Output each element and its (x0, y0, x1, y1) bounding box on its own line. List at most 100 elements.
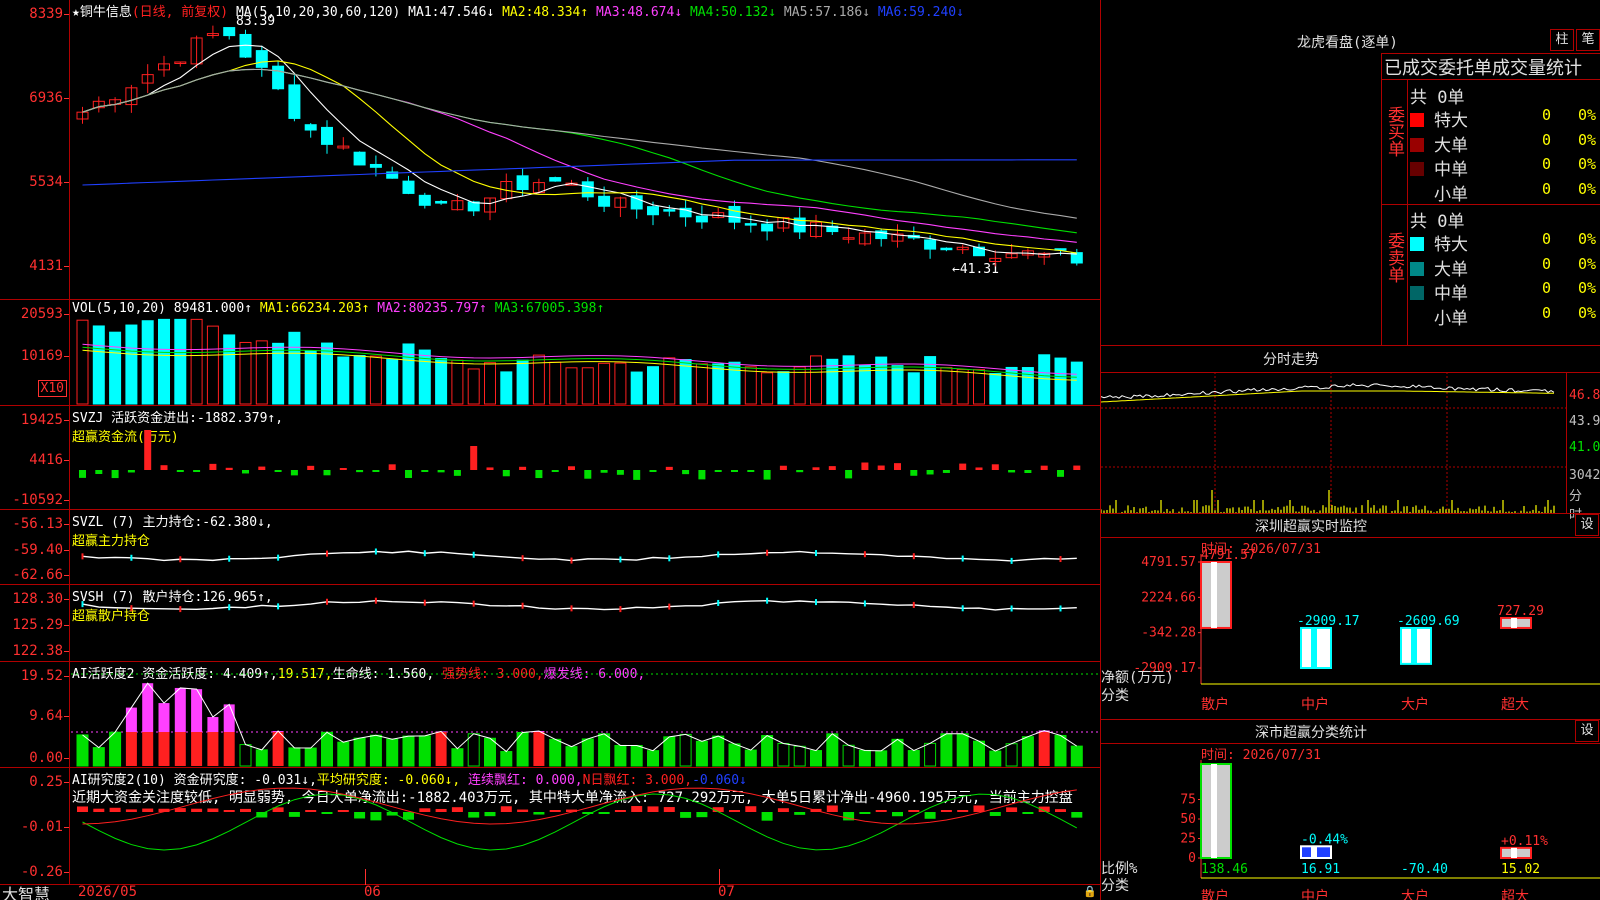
volume-bar-up (761, 372, 774, 405)
research-bar (1055, 809, 1066, 812)
order-count: 0 (1542, 155, 1552, 173)
candlestick-chart[interactable] (71, 0, 1099, 299)
activity-bar (353, 737, 366, 767)
volume-bar-up (549, 361, 562, 405)
activity-bar (239, 744, 252, 767)
intraday-chart[interactable] (1101, 372, 1566, 514)
price-y-tick: 4131 (29, 258, 69, 274)
price-panel[interactable]: 8339 6936 5534 4131 ★铜牛信息(日线, 前复权) MA(5,… (0, 0, 1100, 300)
volume-bar-down (109, 331, 122, 405)
stats-tab-label[interactable]: 已成交委托单成交量统计 (1382, 53, 1600, 80)
order-pct: 0% (1578, 179, 1597, 198)
holding-line (82, 599, 1077, 611)
price-y-axis: 8339 6936 5534 4131 (0, 0, 70, 299)
candle-down (744, 223, 757, 226)
svzj-panel[interactable]: 19425 4416 -10592 SVZJ 活跃资金进出:-1882.379↑… (0, 406, 1100, 510)
fund-flow-bar (910, 470, 918, 476)
volume-chart[interactable] (71, 300, 1099, 405)
buy-side-label: 委买单 (1382, 80, 1408, 204)
research-bar (647, 806, 659, 812)
research-bar (468, 812, 480, 818)
holding-tick (228, 555, 231, 562)
brand-label[interactable]: 大智慧 (2, 881, 50, 900)
activity-bar (451, 748, 464, 767)
volume-bar-down (924, 356, 937, 405)
price-y-tick: 6936 (29, 90, 69, 106)
fund-flow-bar (258, 466, 266, 470)
monitor-bar-chart[interactable]: 4791.57 2224.66 -342.28 -2909.17 净额(万元) 分类 479… (1101, 514, 1600, 720)
volume-bar-down (92, 325, 105, 405)
ai-research-chart[interactable] (71, 768, 1099, 884)
research-line-green (82, 793, 1078, 851)
fund-flow-bar (421, 470, 429, 472)
order-type-label: 特大 (1434, 235, 1468, 255)
lock-icon[interactable]: 🔒 (1083, 885, 1097, 898)
bar-mode-button[interactable]: 柱 (1550, 29, 1574, 51)
ai-activity-panel[interactable]: 19.52 9.64 0.00 AI活跃度2 资金活跃度: 4.409↑,19.… (0, 662, 1100, 768)
activity-bar (907, 750, 920, 767)
monitor-bar-value: 727.29 (1497, 604, 1544, 619)
svzl-chart[interactable] (71, 510, 1099, 584)
research-bar (305, 810, 317, 812)
fund-flow-bar (845, 470, 853, 479)
monitor-bar-stripe (1511, 617, 1517, 628)
ai-research-panel[interactable]: 0.25 -0.01 -0.26 AI研究度2(10) 资金研究度: -0.03… (0, 768, 1100, 884)
holding-tick (1010, 557, 1013, 564)
activity-bar (565, 746, 578, 767)
research-bar (908, 810, 920, 812)
volume-bar-up (206, 325, 219, 405)
svsh-y-tick: 122.38 (12, 643, 69, 659)
fund-flow-bar (356, 470, 364, 473)
activity-bar (255, 749, 268, 767)
holding-tick (521, 555, 524, 562)
activity-bar (402, 735, 415, 767)
holding-tick (472, 600, 475, 607)
ai-activity-chart[interactable] (71, 662, 1099, 767)
holding-tick (1059, 605, 1062, 612)
activity-bar-red (142, 732, 154, 766)
classify-bar-pct: +0.11% (1501, 834, 1548, 849)
candle-down (598, 195, 611, 207)
fund-flow-bar (339, 468, 347, 470)
intraday-y-label: 3042 (1569, 468, 1600, 483)
order-type-label: 大单 (1434, 135, 1468, 156)
volume-unit-badge: X10 (37, 380, 67, 397)
svzj-chart[interactable] (71, 406, 1099, 509)
classify-bar-chart[interactable]: 75 50 25 0 比例%分类 138.46 散户 -0.44% 16.91 中户 -70.40 大… (1101, 720, 1600, 900)
month-divider (365, 869, 366, 885)
tick-mode-button[interactable]: 笔 (1576, 29, 1600, 51)
research-bar (696, 812, 708, 818)
intraday-panel[interactable]: 分时走势 46.8 43.9 41.0 3042 分时 (1100, 345, 1600, 523)
volume-y-tick: 10169 (20, 348, 70, 364)
intraday-y-label: 41.0 (1569, 440, 1600, 455)
fund-flow-bar (779, 465, 787, 470)
holding-tick (521, 602, 524, 609)
fund-flow-bar (519, 466, 527, 470)
order-pct: 0% (1578, 130, 1597, 149)
sell-side-label: 委卖单 (1382, 204, 1408, 345)
volume-bar-down (777, 371, 790, 405)
volume-panel[interactable]: 20593 10169 X10 VOL(5,10,20) 89481.000↑ … (0, 300, 1100, 406)
holding-tick (863, 551, 866, 558)
activity-bar-red (533, 732, 545, 766)
fund-flow-bar (975, 467, 983, 470)
volume-bar-down (728, 361, 741, 405)
monitor-category-label: 散户 (1201, 696, 1229, 713)
volume-bar-down (304, 350, 317, 405)
holding-tick (130, 554, 133, 561)
research-bar (191, 808, 203, 812)
order-row: 中单 0 0% (1410, 279, 1600, 304)
activity-bar (973, 740, 985, 767)
activity-bar-hot (223, 704, 235, 732)
svzl-panel[interactable]: -56.13 -59.40 -62.66 SVZL (7) 主力持仓:-62.3… (0, 510, 1100, 585)
volume-bar-down (647, 366, 659, 405)
holding-tick (277, 554, 280, 561)
fund-flow-bar (290, 470, 298, 476)
research-bar (77, 806, 88, 812)
svsh-chart[interactable] (71, 585, 1099, 661)
fund-flow-bar (502, 470, 510, 477)
monitor-bar-value: 4791.57 (1201, 548, 1256, 563)
svsh-panel[interactable]: 128.30 125.29 122.38 SVSH (7) 散户持仓:126.9… (0, 585, 1100, 662)
order-color-swatch (1410, 113, 1424, 127)
candle-down (272, 65, 285, 90)
